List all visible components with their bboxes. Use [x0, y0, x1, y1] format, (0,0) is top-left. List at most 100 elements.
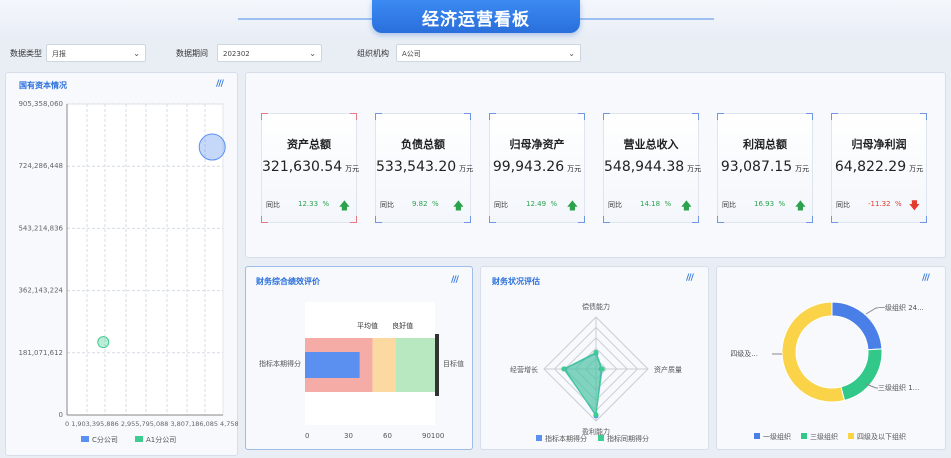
- kpi-yoy-label: 同比: [722, 201, 736, 209]
- target-marker: [435, 334, 439, 396]
- kpi-yoy-pct: 12.33 %: [298, 200, 330, 208]
- card-corner: [692, 216, 699, 223]
- radar-point: [561, 366, 567, 372]
- radar-point: [599, 366, 605, 372]
- arrow-up-icon: 🡅: [680, 199, 692, 212]
- legend-label: C分公司: [92, 435, 118, 444]
- card-corner: [261, 113, 268, 120]
- slice-label: 三级组织 1...: [878, 383, 919, 392]
- y-tick-label: 181,071,612: [18, 349, 63, 357]
- legend-label: 三级组织: [810, 432, 838, 441]
- chevron-down-icon: ⌄: [133, 49, 140, 58]
- category-label: 指标本期得分: [259, 359, 301, 368]
- bubble-point: [97, 336, 110, 349]
- kpi-yoy-pct: 9.82 %: [412, 200, 439, 208]
- slice-label: 四级及...: [730, 349, 758, 358]
- period-label: 数据期间: [176, 49, 208, 58]
- card-corner: [920, 216, 927, 223]
- arrow-down-icon: 🡇: [908, 199, 920, 212]
- radar-point: [593, 412, 599, 418]
- kpi-value: 321,630.54 万元: [262, 159, 360, 175]
- score-band: [372, 338, 396, 392]
- kpi-yoy-label: 同比: [836, 201, 850, 209]
- legend-swatch: [598, 435, 604, 441]
- y-tick-label: 543,214,836: [18, 224, 63, 232]
- panel-deco-icon: ///: [922, 273, 930, 283]
- kpi-yoy-pct: 14.18 %: [640, 200, 672, 208]
- kpi-name: 营业总收入: [623, 138, 679, 151]
- card-corner: [806, 113, 813, 120]
- radar-indicator-label: 偿债能力: [582, 302, 610, 311]
- legend-label: 指标本期得分: [545, 434, 587, 443]
- kpi-value: 533,543.20 万元: [376, 159, 474, 175]
- kpi-name: 负债总额: [401, 138, 445, 151]
- arrow-up-icon: 🡅: [566, 199, 578, 212]
- org-select[interactable]: A公司 ⌄: [396, 44, 581, 62]
- card-corner: [578, 113, 585, 120]
- kpi-value: 64,822.29 万元: [834, 159, 924, 175]
- card-corner: [375, 113, 382, 120]
- donut-slice: [840, 348, 883, 402]
- score-chart: 指标本期得分 目标值 平均值 良好值 0 30 60 90100: [259, 302, 464, 440]
- panel-deco-icon: ///: [686, 273, 694, 283]
- band-label: 良好值: [392, 321, 413, 330]
- kpi-card: 负债总额 533,543.20 万元 同比 9.82 % 🡅: [375, 113, 474, 223]
- y-tick-label: 905,358,060: [18, 100, 63, 108]
- legend-swatch: [754, 433, 760, 439]
- kpi-card: 营业总收入 548,944.38 万元同比 14.18 % 🡅: [603, 113, 702, 223]
- legend-swatch: [801, 433, 807, 439]
- status-panel-title: 财务状况评估: [492, 277, 540, 286]
- kpi-card: 归母净资产 99,943.26 万元 同比 12.49 % 🡅: [489, 113, 585, 223]
- kpi-card: 利润总额 93,087.15 万元 同比 16.93 % 🡅: [717, 113, 813, 223]
- x-tick-label: 90100: [422, 432, 444, 440]
- card-corner: [692, 113, 699, 120]
- data-type-value: 月报: [52, 50, 66, 58]
- period-select[interactable]: 202302 ⌄: [217, 44, 322, 62]
- legend-label: 四级及以下组织: [857, 432, 906, 441]
- chevron-down-icon: ⌄: [568, 49, 575, 58]
- bubble-point: [198, 133, 226, 161]
- card-corner: [603, 113, 610, 120]
- card-corner: [806, 216, 813, 223]
- legend-swatch: [81, 436, 89, 442]
- legend-swatch: [135, 436, 143, 442]
- kpi-yoy-label: 同比: [266, 201, 280, 209]
- card-corner: [603, 216, 610, 223]
- org-label: 组织机构: [357, 49, 389, 58]
- data-type-label: 数据类型: [10, 49, 42, 58]
- radar-chart: 偿债能力资产质量盈利能力经营增长指标本期得分 指标同期得分: [510, 302, 682, 443]
- card-corner: [831, 216, 838, 223]
- score-panel-title: 财务综合绩效评价: [256, 277, 320, 286]
- kpi-name: 归母净资产: [509, 138, 565, 151]
- card-corner: [717, 216, 724, 223]
- kpi-yoy-label: 同比: [494, 201, 508, 209]
- legend-label: 一级组织: [763, 432, 791, 441]
- kpi-value: 548,944.38 万元: [604, 159, 702, 175]
- kpi-yoy-pct: 12.49 %: [526, 200, 558, 208]
- arrow-up-icon: 🡅: [338, 199, 350, 212]
- kpi-yoy-pct: -11.32 %: [868, 200, 902, 208]
- kpi-value: 93,087.15 万元: [720, 159, 810, 175]
- x-tick-label: 30: [344, 432, 353, 440]
- kpi-card: 资产总额 321,630.54 万元同比 12.33 % 🡅: [261, 113, 360, 223]
- card-corner: [350, 113, 357, 120]
- score-bar: [305, 352, 360, 378]
- period-value: 202302: [223, 50, 250, 58]
- kpi-yoy-label: 同比: [608, 201, 622, 209]
- card-corner: [464, 216, 471, 223]
- kpi-yoy-pct: 16.93 %: [754, 200, 786, 208]
- leader-line: [865, 307, 878, 315]
- org-value: A公司: [402, 50, 421, 58]
- legend-label: 指标同期得分: [607, 434, 649, 443]
- kpi-yoy-label: 同比: [380, 201, 394, 209]
- card-corner: [920, 113, 927, 120]
- kpi-name: 资产总额: [287, 138, 331, 151]
- band-label: 平均值: [357, 321, 378, 330]
- data-type-select[interactable]: 月报 ⌄: [46, 44, 146, 62]
- y-tick-label: 362,143,224: [18, 287, 63, 295]
- x-tick-label: 60: [383, 432, 392, 440]
- panel-deco-icon: ///: [216, 79, 224, 89]
- score-band: [396, 338, 435, 392]
- y-tick-label: 0: [59, 411, 63, 419]
- legend-label: A1分公司: [146, 435, 176, 444]
